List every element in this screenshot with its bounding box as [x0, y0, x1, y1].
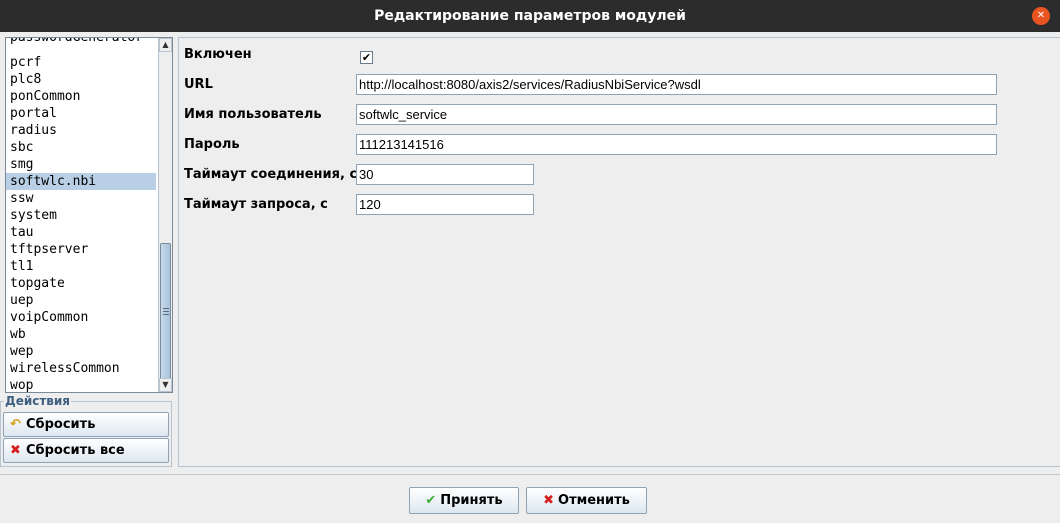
actions-legend: Действия — [4, 394, 72, 408]
password-field[interactable]: 111213141516 — [356, 134, 997, 155]
list-item[interactable]: radius — [6, 122, 156, 139]
cross-icon: ✖ — [543, 493, 555, 508]
list-item[interactable]: voipCommon — [6, 309, 156, 326]
list-item[interactable]: system — [6, 207, 156, 224]
list-item[interactable]: wirelessCommon — [6, 360, 156, 377]
window-title: Редактирование параметров модулей — [374, 8, 686, 24]
list-item[interactable]: tau — [6, 224, 156, 241]
reset-button[interactable]: ↶ Сбросить — [3, 412, 169, 437]
username-field[interactable]: softwlc_service — [356, 104, 997, 125]
scroll-up-arrow-icon[interactable]: ▲ — [159, 38, 172, 52]
username-label: Имя пользователь — [184, 107, 322, 122]
reset-button-label: Сбросить — [26, 417, 96, 432]
cross-icon: ✖ — [10, 443, 21, 458]
enabled-label: Включен — [184, 47, 252, 62]
check-icon: ✔ — [425, 493, 437, 508]
close-icon[interactable]: ✕ — [1032, 7, 1050, 25]
list-item[interactable]: ssw — [6, 190, 156, 207]
list-scrollbar[interactable]: ▲ ▼ — [158, 38, 172, 392]
list-item[interactable]: tl1 — [6, 258, 156, 275]
dialog-body: passwordGenerator pcrfplc8ponCommonporta… — [0, 32, 1060, 523]
reset-all-button[interactable]: ✖ Сбросить все — [3, 438, 169, 463]
scrollbar-thumb[interactable] — [160, 243, 171, 383]
list-item[interactable]: portal — [6, 105, 156, 122]
list-item[interactable]: wop — [6, 377, 156, 392]
url-field[interactable]: http://localhost:8080/axis2/services/Rad… — [356, 74, 997, 95]
footer-separator — [0, 474, 1060, 475]
connect-timeout-label: Таймаут соединения, с — [184, 167, 358, 182]
password-label: Пароль — [184, 137, 240, 152]
list-item[interactable]: softwlc.nbi — [6, 173, 156, 190]
accept-button[interactable]: ✔ Принять — [409, 487, 519, 514]
list-item[interactable]: plc8 — [6, 71, 156, 88]
cancel-button[interactable]: ✖ Отменить — [526, 487, 647, 514]
connect-timeout-field[interactable]: 30 — [356, 164, 534, 185]
list-item[interactable]: smg — [6, 156, 156, 173]
url-label: URL — [184, 77, 213, 92]
list-item[interactable]: tftpserver — [6, 241, 156, 258]
list-item-partial[interactable]: passwordGenerator — [6, 38, 156, 46]
scroll-down-arrow-icon[interactable]: ▼ — [159, 378, 172, 392]
list-item[interactable]: uep — [6, 292, 156, 309]
list-item[interactable]: topgate — [6, 275, 156, 292]
enabled-checkbox[interactable]: ✔ — [360, 51, 373, 64]
list-item[interactable]: sbc — [6, 139, 156, 156]
module-list[interactable]: passwordGenerator pcrfplc8ponCommonporta… — [5, 37, 173, 393]
list-item[interactable]: pcrf — [6, 54, 156, 71]
window-titlebar: Редактирование параметров модулей ✕ — [0, 0, 1060, 32]
accept-button-label: Принять — [440, 493, 503, 508]
undo-icon: ↶ — [10, 417, 21, 432]
request-timeout-label: Таймаут запроса, с — [184, 197, 328, 212]
list-item[interactable]: wb — [6, 326, 156, 343]
request-timeout-field[interactable]: 120 — [356, 194, 534, 215]
module-list-viewport: passwordGenerator pcrfplc8ponCommonporta… — [6, 38, 158, 392]
module-settings-panel: Включен ✔ URL http://localhost:8080/axis… — [178, 37, 1060, 467]
grip-icon — [163, 308, 169, 315]
reset-all-button-label: Сбросить все — [26, 443, 125, 458]
list-item[interactable]: ponCommon — [6, 88, 156, 105]
actions-group: Действия ↶ Сбросить ✖ Сбросить все — [0, 394, 172, 467]
cancel-button-label: Отменить — [558, 493, 630, 508]
list-item[interactable]: wep — [6, 343, 156, 360]
